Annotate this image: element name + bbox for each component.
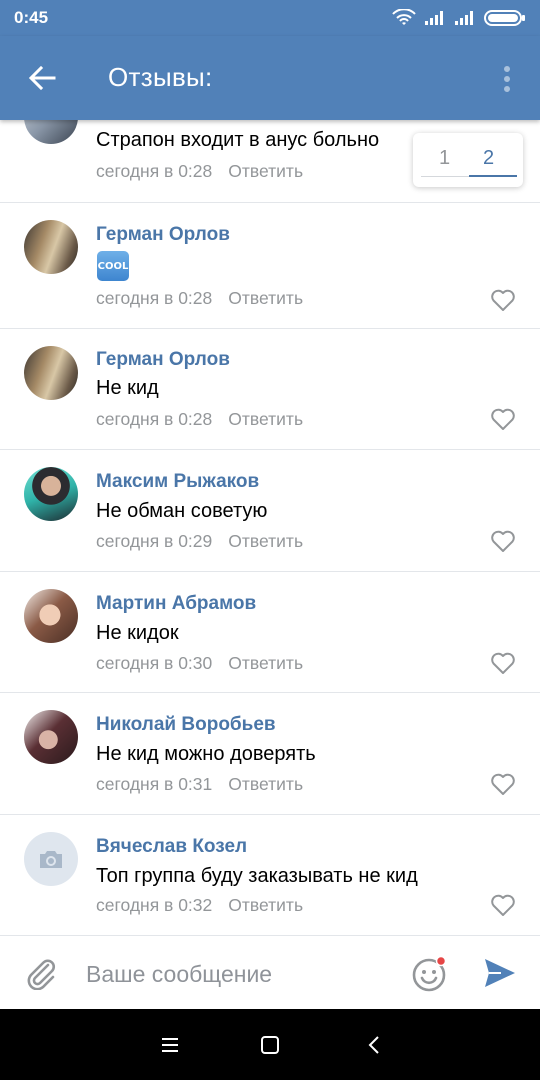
comment-meta: сегодня в 0:29 Ответить	[96, 531, 303, 552]
comment-item: Максим Рыжаков Не обман советую сегодня …	[0, 450, 540, 572]
comment-author[interactable]: Вячеслав Козел	[96, 836, 247, 858]
page-2-button[interactable]: 2	[483, 147, 494, 170]
comments-list[interactable]: Страпон входит в анус больно сегодня в 0…	[0, 120, 540, 935]
comment-item: Вячеслав Козел Топ группа буду заказыват…	[0, 815, 540, 935]
comment-item: Герман Орлов COOL сегодня в 0:28 Ответить	[0, 203, 540, 329]
comment-item: Николай Воробьев Не кид можно доверять с…	[0, 693, 540, 815]
emoji-button[interactable]	[411, 955, 447, 992]
heart-icon[interactable]	[490, 772, 516, 796]
page-switcher: 1 2	[413, 133, 523, 187]
avatar[interactable]	[24, 220, 78, 274]
menu-icon[interactable]	[158, 1033, 182, 1057]
page-title: Отзывы:	[108, 62, 213, 92]
system-navigation-bar	[0, 1009, 540, 1080]
reply-button[interactable]: Ответить	[228, 653, 303, 673]
heart-icon[interactable]	[490, 288, 516, 312]
signal-icon	[425, 11, 443, 25]
comment-author[interactable]: Герман Орлов	[96, 349, 230, 371]
cool-badge: COOL	[97, 251, 129, 281]
comment-meta: сегодня в 0:28 Ответить	[96, 161, 303, 182]
reply-button[interactable]: Ответить	[228, 895, 303, 915]
page-1-button[interactable]: 1	[439, 147, 450, 170]
comment-text: Не обман советую	[96, 500, 268, 522]
comment-text: Топ группа буду заказывать не кид	[96, 865, 418, 887]
avatar[interactable]	[24, 710, 78, 764]
comment-author[interactable]: Герман Орлов	[96, 224, 230, 246]
heart-icon[interactable]	[490, 529, 516, 553]
comment-meta: сегодня в 0:32 Ответить	[96, 895, 303, 916]
comment-text: Не кид	[96, 377, 159, 399]
status-icons	[392, 9, 526, 27]
comment-time: сегодня в 0:32	[96, 895, 213, 915]
message-composer	[0, 935, 540, 1009]
comment-time: сегодня в 0:31	[96, 774, 213, 794]
wifi-icon	[392, 9, 416, 25]
comment-text: Не кид можно доверять	[96, 743, 316, 765]
send-icon[interactable]	[483, 956, 517, 990]
back-nav-icon[interactable]	[363, 1033, 387, 1057]
reply-button[interactable]: Ответить	[228, 409, 303, 429]
comment-meta: сегодня в 0:28 Ответить	[96, 288, 303, 309]
comment-item: Мартин Абрамов Не кидок сегодня в 0:30 От…	[0, 572, 540, 693]
status-bar: 0:45	[0, 0, 540, 36]
comment-text: Не кидок	[96, 622, 179, 644]
avatar[interactable]	[24, 120, 78, 144]
heart-icon[interactable]	[490, 651, 516, 675]
reply-button[interactable]: Ответить	[228, 161, 303, 181]
comment-item: Герман Орлов Не кид сегодня в 0:28 Ответи…	[0, 329, 540, 450]
avatar[interactable]	[24, 346, 78, 400]
comment-author[interactable]: Николай Воробьев	[96, 714, 276, 736]
comment-meta: сегодня в 0:31 Ответить	[96, 774, 303, 795]
comment-time: сегодня в 0:28	[96, 161, 213, 181]
comment-time: сегодня в 0:29	[96, 531, 213, 551]
smile-icon	[412, 955, 447, 992]
reply-button[interactable]: Ответить	[228, 288, 303, 308]
back-button[interactable]	[24, 60, 60, 96]
heart-icon[interactable]	[490, 407, 516, 431]
comment-author[interactable]: Мартин Абрамов	[96, 593, 256, 615]
top-app-bar: Отзывы:	[0, 36, 540, 120]
comment-meta: сегодня в 0:28 Ответить	[96, 409, 303, 430]
comment-time: сегодня в 0:30	[96, 653, 213, 673]
comment-time: сегодня в 0:28	[96, 288, 213, 308]
status-time: 0:45	[14, 8, 49, 27]
avatar[interactable]	[24, 467, 78, 521]
arrow-left-icon	[28, 66, 56, 90]
heart-icon[interactable]	[490, 893, 516, 917]
camera-icon	[40, 851, 62, 868]
home-icon[interactable]	[258, 1033, 282, 1057]
comment-time: сегодня в 0:28	[96, 409, 213, 429]
message-input[interactable]	[86, 958, 386, 990]
comment-author[interactable]: Максим Рыжаков	[96, 471, 259, 493]
reply-button[interactable]: Ответить	[228, 774, 303, 794]
reply-button[interactable]: Ответить	[228, 531, 303, 551]
more-vertical-icon	[504, 66, 510, 92]
comment-text: Страпон входит в анус больно	[96, 129, 380, 151]
paperclip-icon[interactable]	[24, 956, 58, 990]
battery-icon	[484, 10, 525, 26]
avatar[interactable]	[24, 832, 78, 886]
signal-icon	[455, 11, 473, 25]
active-page-indicator	[469, 175, 517, 177]
avatar[interactable]	[24, 589, 78, 643]
cool-emoji: COOL	[97, 251, 129, 281]
more-menu-button[interactable]	[492, 62, 522, 96]
comment-meta: сегодня в 0:30 Ответить	[96, 653, 303, 674]
